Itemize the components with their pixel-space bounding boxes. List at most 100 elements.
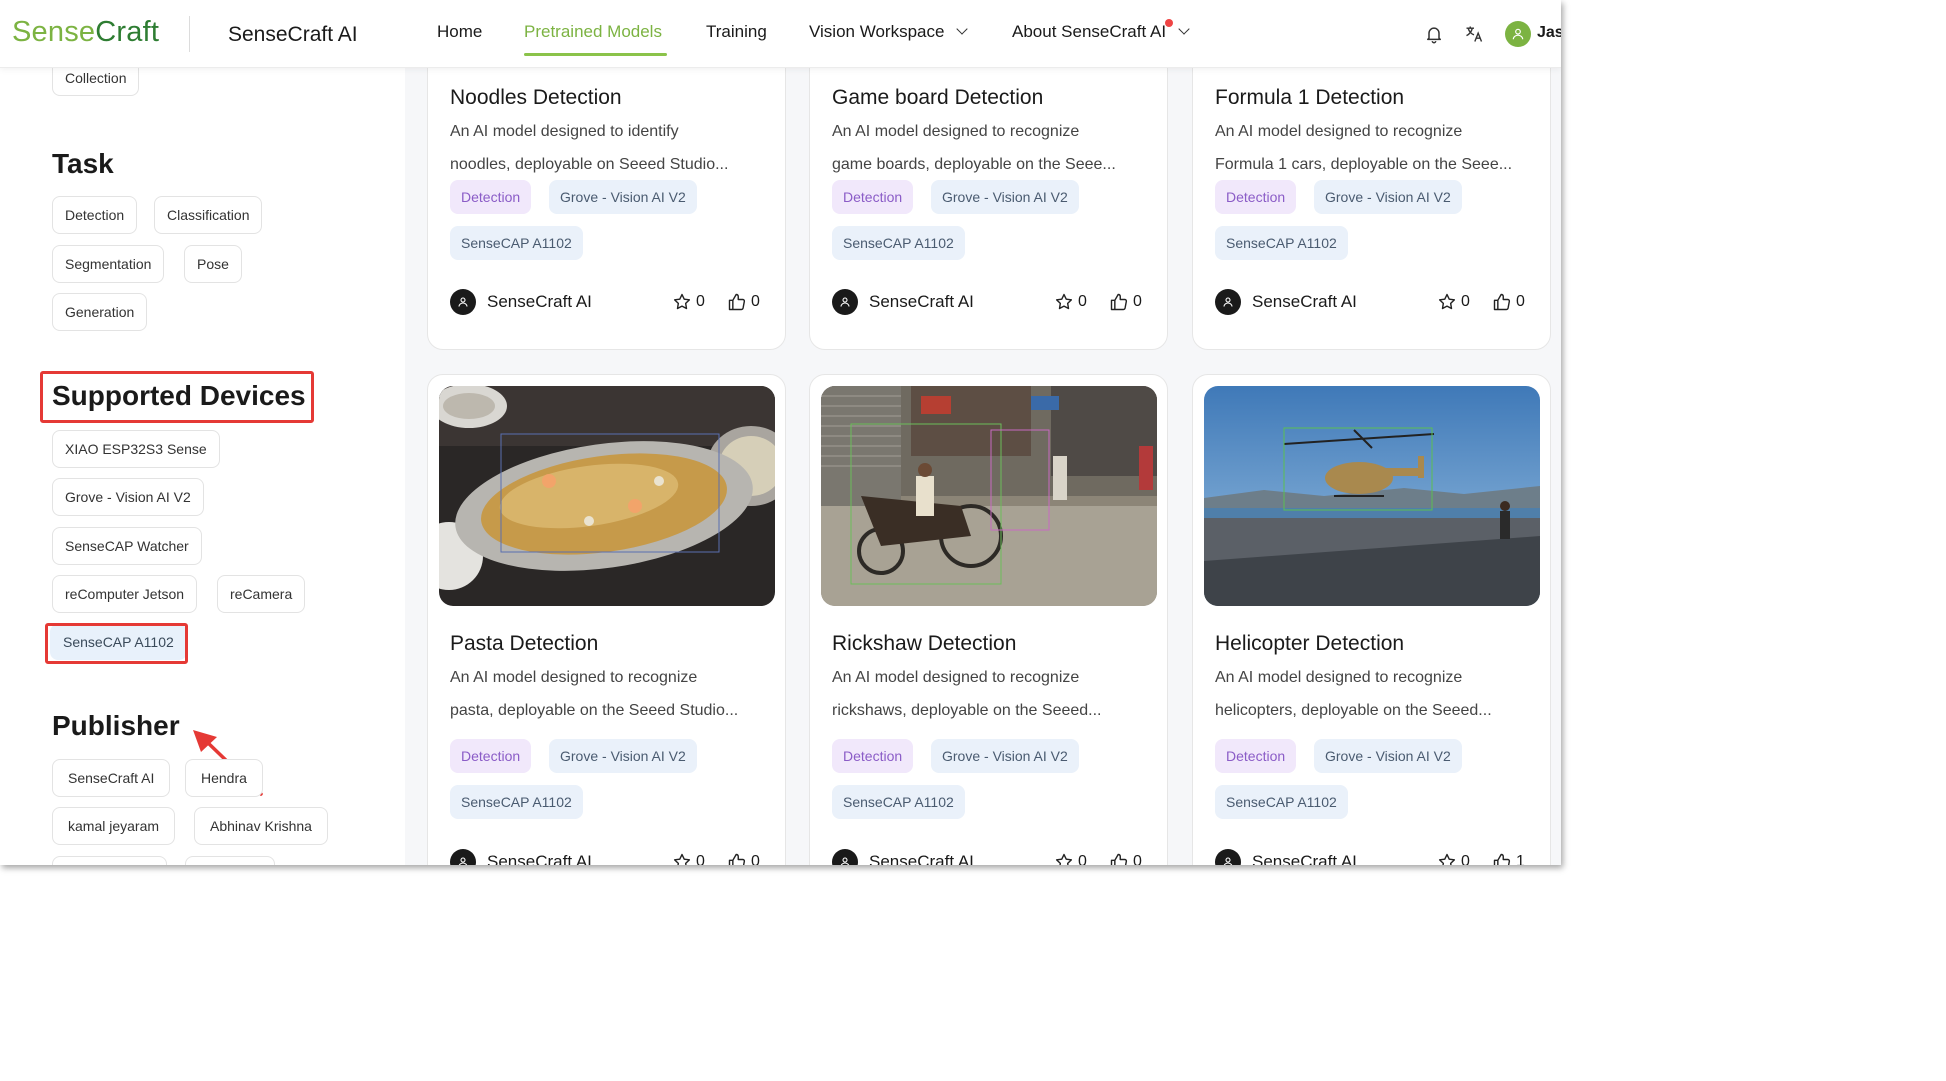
selected-device-highlight [45,623,188,664]
thumbs-up-icon [728,853,746,865]
model-description: An AI model designed to recognize ricksha… [832,669,1102,719]
like-count[interactable]: 1 [1492,852,1525,865]
device-tag: Grove - Vision AI V2 [931,180,1079,214]
filter-publisher-more-2[interactable] [185,856,275,865]
bell-icon[interactable] [1424,24,1444,44]
publisher-section-title: Publisher [52,710,180,741]
model-card-formula-1[interactable]: Formula 1 Detection An AI model designed… [1192,68,1551,350]
star-icon [673,853,691,865]
nav-pretrained-models[interactable]: Pretrained Models [524,22,662,42]
nav-about-label: About SenseCraft AI [1012,22,1167,41]
nav-vision-workspace[interactable]: Vision Workspace [809,22,969,42]
user-icon [840,857,850,865]
filter-sidebar: Collection Task Detection Classification… [8,60,405,865]
device-tag: SenseCAP A1102 [450,785,583,819]
model-title: Noodles Detection [450,86,622,109]
task-tag: Detection [832,180,914,214]
filter-task-segmentation[interactable]: Segmentation [52,245,165,283]
publisher-name: SenseCraft AI [869,852,974,865]
filter-publisher-sensecraft[interactable]: SenseCraft AI [52,759,171,797]
star-count[interactable]: 0 [1437,852,1470,865]
browser-window: SenseCraft SenseCraft AI Home Pretrained… [0,0,1561,865]
task-tag: Detection [832,739,914,773]
model-card-pasta[interactable]: Pasta Detection An AI model designed to … [427,374,786,865]
filter-device-recamera[interactable]: reCamera [217,575,306,613]
star-icon [1438,853,1456,865]
publisher: SenseCraft AI [832,849,974,865]
star-count[interactable]: 0 [1054,292,1087,312]
filter-publisher-kamal[interactable]: kamal jeyaram [52,807,176,845]
like-count[interactable]: 0 [1109,292,1142,312]
filter-task-pose[interactable]: Pose [184,245,242,283]
user-icon [1512,28,1524,40]
filter-device-grove[interactable]: Grove - Vision AI V2 [52,478,204,516]
nav-home[interactable]: Home [437,22,482,42]
model-description: An AI model designed to recognize game bo… [832,123,1116,173]
star-icon [1438,293,1456,310]
model-description: An AI model designed to identify noodles,… [450,123,729,173]
device-tag: SenseCAP A1102 [832,785,965,819]
model-card-game-board[interactable]: Game board Detection An AI model designe… [809,68,1168,350]
publisher-name: SenseCraft AI [487,852,592,865]
star-icon [1055,853,1073,865]
thumbs-up-icon [1493,853,1511,865]
nav-training[interactable]: Training [706,22,767,42]
senscraft-logo[interactable]: SenseCraft [12,16,159,49]
thumbs-up-icon [1110,293,1128,311]
like-count[interactable]: 0 [727,292,760,312]
publisher: SenseCraft AI [1215,849,1357,865]
thumbs-up-icon [728,293,746,311]
app-title: SenseCraft AI [228,23,358,46]
publisher: SenseCraft AI [832,289,974,315]
chevron-down-icon [1178,23,1190,35]
filter-device-watcher[interactable]: SenseCAP Watcher [52,527,202,565]
publisher-avatar [450,289,476,315]
publisher: SenseCraft AI [450,849,592,865]
model-title: Game board Detection [832,86,1044,109]
device-tag: SenseCAP A1102 [1215,785,1348,819]
thumbs-up-icon [1110,853,1128,865]
filter-publisher-abhinav[interactable]: Abhinav Krishna [194,807,328,845]
like-count[interactable]: 0 [1492,292,1525,312]
model-card-rickshaw[interactable]: Rickshaw Detection An AI model designed … [809,374,1168,865]
active-nav-underline [524,53,667,56]
task-tag: Detection [1215,180,1297,214]
filter-task-classification[interactable]: Classification [154,196,263,234]
helicopter-image [1204,386,1540,606]
publisher-name: SenseCraft AI [1252,292,1357,311]
like-count[interactable]: 0 [1109,852,1142,865]
publisher-name: SenseCraft AI [869,292,974,311]
filter-device-xiao[interactable]: XIAO ESP32S3 Sense [52,430,220,468]
model-description: An AI model designed to recognize helicop… [1215,669,1492,719]
user-avatar[interactable] [1505,21,1531,47]
model-card-noodles[interactable]: Noodles Detection An AI model designed t… [427,68,786,350]
model-grid: Noodles Detection An AI model designed t… [405,68,1561,865]
star-count[interactable]: 0 [672,292,705,312]
device-tag: SenseCAP A1102 [450,226,583,260]
user-icon [1223,857,1233,865]
publisher-avatar [1215,289,1241,315]
publisher-avatar [450,849,476,865]
like-count[interactable]: 0 [727,852,760,865]
star-count[interactable]: 0 [1437,292,1470,312]
nav-about[interactable]: About SenseCraft AI [1012,22,1190,42]
filter-publisher-more[interactable] [52,856,167,865]
star-count[interactable]: 0 [672,852,705,865]
filter-device-recomputer[interactable]: reComputer Jetson [52,575,198,613]
filter-task-detection[interactable]: Detection [52,196,138,234]
model-card-helicopter[interactable]: Helicopter Detection An AI model designe… [1192,374,1551,865]
chevron-down-icon [956,23,969,35]
model-description: An AI model designed to recognize pasta, … [450,669,739,719]
publisher-name: SenseCraft AI [487,292,592,311]
user-name[interactable]: Jas [1537,24,1561,42]
star-icon [673,293,691,310]
model-description: An AI model designed to recognize Formula… [1215,123,1513,173]
translate-icon[interactable] [1464,24,1484,44]
user-icon [458,857,468,865]
star-count[interactable]: 0 [1054,852,1087,865]
device-tag: Grove - Vision AI V2 [1314,180,1462,214]
publisher-name: SenseCraft AI [1252,852,1357,865]
filter-task-generation[interactable]: Generation [52,293,148,331]
device-tag: Grove - Vision AI V2 [931,739,1079,773]
filter-publisher-hendra[interactable]: Hendra [185,759,263,797]
